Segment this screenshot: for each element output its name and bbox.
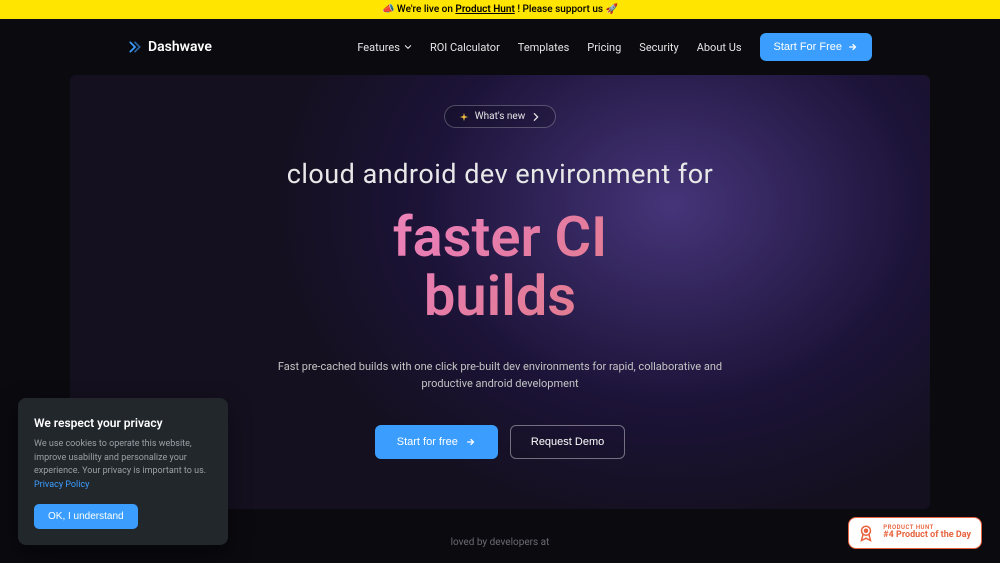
nav-about[interactable]: About Us [697, 41, 742, 54]
request-demo-button[interactable]: Request Demo [510, 425, 625, 459]
cookie-title: We respect your privacy [34, 416, 212, 430]
cookie-accept-button[interactable]: OK, I understand [34, 504, 138, 529]
announcement-banner: 📣 We're live on Product Hunt ! Please su… [0, 0, 1000, 19]
logo-text: Dashwave [148, 39, 212, 55]
nav-links: Features ROI Calculator Templates Pricin… [357, 33, 872, 61]
nav-security[interactable]: Security [639, 41, 678, 54]
nav-features[interactable]: Features [357, 41, 412, 54]
start-free-hero-button[interactable]: Start for free [375, 425, 498, 459]
nav-roi[interactable]: ROI Calculator [430, 41, 500, 54]
hero-subtext: Fast pre-cached builds with one click pr… [260, 358, 740, 393]
hero-big-text: faster CI builds [110, 208, 890, 326]
navbar: Dashwave Features ROI Calculator Templat… [0, 19, 1000, 75]
whats-new-pill[interactable]: What's new [444, 105, 556, 128]
start-free-nav-button[interactable]: Start For Free [760, 33, 872, 61]
arrow-right-icon [466, 437, 476, 447]
product-hunt-badge[interactable]: PRODUCT HUNT #4 Product of the Day [848, 517, 982, 549]
chevron-down-icon [404, 43, 412, 51]
arrow-right-icon [848, 42, 858, 52]
nav-pricing[interactable]: Pricing [587, 41, 621, 54]
banner-pre: 📣 We're live on [382, 4, 455, 15]
logo[interactable]: Dashwave [128, 39, 212, 55]
sparkle-icon [459, 112, 469, 122]
logo-icon [128, 40, 142, 54]
banner-post: ! Please support us 🚀 [515, 4, 618, 15]
cookie-dialog: We respect your privacy We use cookies t… [18, 398, 228, 545]
nav-templates[interactable]: Templates [518, 41, 569, 54]
product-hunt-link[interactable]: Product Hunt [455, 4, 514, 15]
chevron-right-icon [531, 112, 541, 122]
cookie-body: We use cookies to operate this website, … [34, 438, 212, 492]
privacy-policy-link[interactable]: Privacy Policy [34, 480, 89, 490]
ph-rank: #4 Product of the Day [883, 531, 971, 541]
medal-icon [857, 524, 875, 542]
hero-headline: cloud android dev environment for [110, 158, 890, 190]
